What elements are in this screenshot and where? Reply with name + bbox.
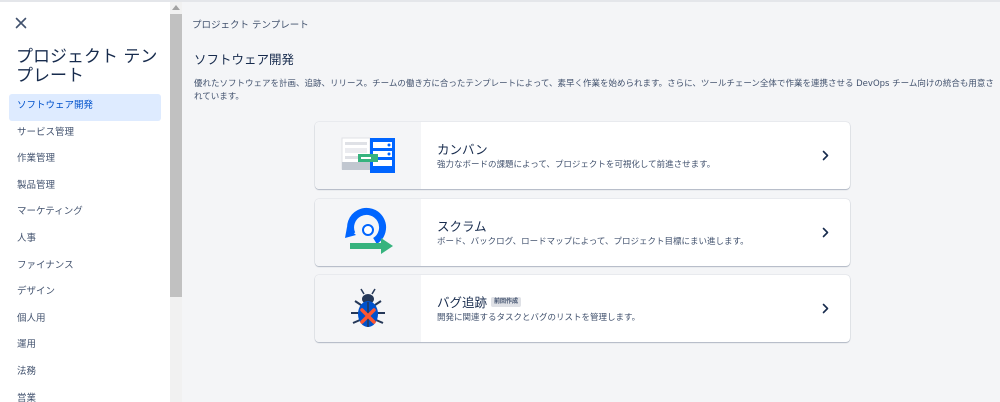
template-title-scrum: スクラム bbox=[437, 216, 487, 235]
template-title-text: バグ追跡 bbox=[437, 295, 488, 310]
sidebar-item-hr[interactable]: 人事 bbox=[9, 227, 161, 254]
sidebar-item-marketing[interactable]: マーケティング bbox=[9, 200, 161, 227]
sidebar-item-product-management[interactable]: 製品管理 bbox=[9, 174, 161, 201]
bug-illustration bbox=[315, 275, 421, 342]
chevron-right-icon bbox=[822, 303, 829, 314]
sidebar-item-software-development[interactable]: ソフトウェア開発 bbox=[9, 94, 161, 121]
template-title-kanban: カンバン bbox=[437, 139, 488, 158]
main-content: プロジェクト テンプレート ソフトウェア開発 優れたソフトウェアを計画、追跡、リ… bbox=[182, 2, 1000, 402]
sidebar-title: プロジェクト テンプレート bbox=[16, 47, 158, 86]
close-icon bbox=[15, 17, 27, 29]
sidebar-item-service-management[interactable]: サービス管理 bbox=[9, 121, 161, 148]
page-title: ソフトウェア開発 bbox=[194, 52, 295, 67]
template-description-scrum: ボード、バックログ、ロードマップによって、プロジェクト目標にまい進します。 bbox=[437, 237, 749, 247]
sidebar-scrollbar-thumb[interactable] bbox=[170, 14, 182, 297]
sidebar: プロジェクト テンプレート ソフトウェア開発 サービス管理 作業管理 製品管理 … bbox=[0, 2, 170, 402]
sidebar-item-work-management[interactable]: 作業管理 bbox=[9, 147, 161, 174]
template-title-bug-tracking: バグ追跡 前回作成 bbox=[437, 292, 522, 311]
template-title-text: スクラム bbox=[437, 219, 487, 234]
template-card-bug-tracking[interactable]: バグ追跡 前回作成 開発に関連するタスクとバグのリストを管理します。 bbox=[315, 275, 850, 342]
chevron-right-icon bbox=[822, 227, 829, 238]
sidebar-item-operations[interactable]: 運用 bbox=[9, 333, 161, 360]
template-description-bug-tracking: 開発に関連するタスクとバグのリストを管理します。 bbox=[437, 313, 641, 323]
sidebar-item-legal[interactable]: 法務 bbox=[9, 360, 161, 387]
chevron-right-icon bbox=[822, 150, 829, 161]
sidebar-item-sales[interactable]: 営業 bbox=[9, 387, 161, 402]
template-card-scrum[interactable]: スクラム ボード、バックログ、ロードマップによって、プロジェクト目標にまい進しま… bbox=[315, 199, 850, 266]
sidebar-item-design[interactable]: デザイン bbox=[9, 280, 161, 307]
sidebar-item-personal[interactable]: 個人用 bbox=[9, 307, 161, 334]
template-description-kanban: 強力なボードの課題によって、プロジェクトを可視化して前進させます。 bbox=[437, 160, 716, 170]
kanban-board-illustration bbox=[315, 122, 421, 189]
template-card-kanban[interactable]: カンバン 強力なボードの課題によって、プロジェクトを可視化して前進させます。 bbox=[315, 122, 850, 189]
category-nav: ソフトウェア開発 サービス管理 作業管理 製品管理 マーケティング 人事 ファイ… bbox=[9, 94, 161, 402]
scroll-up-arrow-icon[interactable] bbox=[172, 5, 180, 10]
last-created-badge: 前回作成 bbox=[491, 296, 522, 307]
sidebar-item-finance[interactable]: ファイナンス bbox=[9, 254, 161, 281]
close-button[interactable] bbox=[12, 14, 30, 32]
template-title-text: カンバン bbox=[437, 142, 488, 157]
section-description: 優れたソフトウェアを計画、追跡、リリース。チームの働き方に合ったテンプレートによ… bbox=[194, 79, 994, 102]
scrum-cycle-illustration bbox=[315, 199, 421, 266]
breadcrumb[interactable]: プロジェクト テンプレート bbox=[192, 17, 309, 31]
